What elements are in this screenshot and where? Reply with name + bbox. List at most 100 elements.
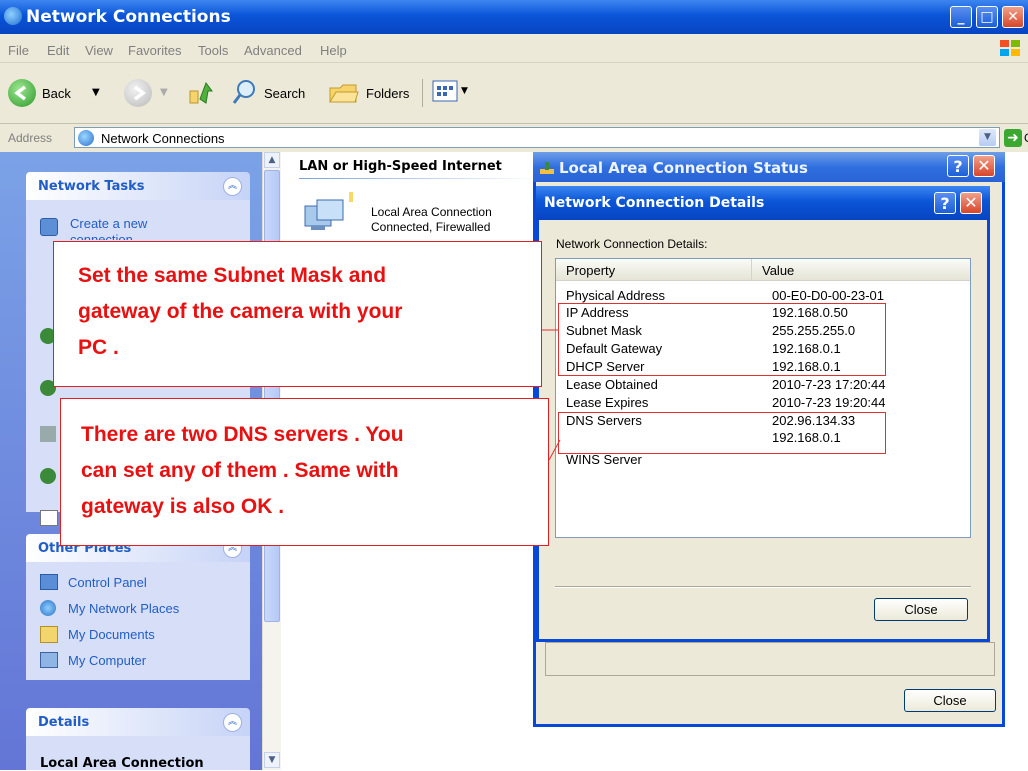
details-dialog-titlebar: Network Connection Details ? ✕ <box>536 186 990 220</box>
menu-edit[interactable]: Edit <box>47 43 69 58</box>
create-connection-link[interactable]: Create a new <box>70 216 147 231</box>
connection-status: Connected, Firewalled <box>371 220 491 234</box>
up-folder-icon[interactable] <box>186 77 216 109</box>
annotation-line: gateway is also OK . <box>81 495 285 518</box>
create-connection-icon <box>40 218 58 236</box>
close-dialog-button[interactable]: ✕ <box>973 155 995 177</box>
back-button[interactable]: Back ▼ <box>8 79 114 109</box>
minimize-button[interactable]: _ <box>950 6 972 28</box>
forward-button[interactable] <box>124 79 152 107</box>
folders-label: Folders <box>366 86 410 101</box>
annotation-line: gateway of the camera with your <box>78 300 403 323</box>
annotation-dns-callout: There are two DNS servers . You can set … <box>60 398 549 546</box>
row-property: Lease Expires <box>566 395 649 410</box>
annotation-line: PC . <box>78 336 119 359</box>
annotation-subnet-callout: Set the same Subnet Mask and gateway of … <box>53 241 542 387</box>
close-dialog-button[interactable]: ✕ <box>960 192 982 214</box>
status-close-button[interactable]: Close <box>904 689 996 712</box>
table-row[interactable]: Lease Expires 2010-7-23 19:20:44 <box>566 394 966 412</box>
close-window-button[interactable]: ✕ <box>1002 6 1024 28</box>
column-header-value[interactable]: Value <box>752 259 970 281</box>
forward-dropdown-icon[interactable]: ▼ <box>160 87 168 98</box>
views-dropdown-icon: ▼ <box>461 86 468 96</box>
my-network-places-link[interactable]: My Network Places <box>68 601 179 616</box>
table-row[interactable]: Lease Obtained 2010-7-23 17:20:44 <box>566 376 966 394</box>
details-title: Details <box>38 715 90 730</box>
help-button[interactable]: ? <box>947 155 969 177</box>
menu-file[interactable]: File <box>8 43 29 58</box>
go-label: Go <box>1024 131 1028 145</box>
section-heading: LAN or High-Speed Internet <box>299 159 502 174</box>
details-subtitle: Local Area Connection <box>40 756 204 771</box>
network-tasks-title: Network Tasks <box>38 179 145 194</box>
menu-tools[interactable]: Tools <box>198 43 228 58</box>
windows-logo-icon <box>998 38 1022 58</box>
section-divider <box>299 178 539 179</box>
search-icon <box>232 80 255 104</box>
address-label: Address <box>8 131 53 145</box>
annotation-line: Set the same Subnet Mask and <box>78 264 387 287</box>
dropdown-arrow-icon[interactable]: ▼ <box>92 87 100 98</box>
scroll-down-button[interactable]: ▼ <box>264 752 280 768</box>
details-header[interactable]: Details ︽ <box>26 708 250 736</box>
lan-connection-item[interactable]: Local Area Connection Connected, Firewal… <box>301 192 541 244</box>
views-button[interactable]: ▼ <box>432 80 472 106</box>
control-panel-link[interactable]: Control Panel <box>68 575 147 590</box>
details-close-button[interactable]: Close <box>874 598 968 621</box>
my-computer-icon <box>40 652 58 668</box>
folders-button[interactable]: Folders <box>328 78 418 108</box>
details-divider <box>555 586 971 588</box>
back-label: Back <box>42 86 71 101</box>
collapse-icon[interactable]: ︽ <box>223 177 242 196</box>
details-dialog-title: Network Connection Details <box>544 195 765 211</box>
address-bar: Address Network Connections ▼ ➜ Go <box>0 124 1028 153</box>
menu-help[interactable]: Help <box>320 43 347 58</box>
views-icon <box>432 80 458 102</box>
folder-icon <box>329 84 359 103</box>
column-header-property[interactable]: Property <box>556 259 752 281</box>
annotation-line: There are two DNS servers . You <box>81 423 404 446</box>
network-status-icon <box>539 160 555 174</box>
collapse-icon[interactable]: ︽ <box>223 713 242 732</box>
maximize-button[interactable]: □ <box>976 6 998 28</box>
highlight-subnet-gateway <box>558 303 886 376</box>
connection-name: Local Area Connection <box>371 205 492 219</box>
details-listview[interactable]: Property Value Physical Address 00-E0-D0… <box>555 258 971 538</box>
window-title: Network Connections <box>26 7 231 27</box>
my-documents-link[interactable]: My Documents <box>68 627 155 642</box>
menu-view[interactable]: View <box>85 43 113 58</box>
status-dialog-titlebar: Local Area Connection Status ? ✕ <box>533 152 1005 182</box>
control-panel-icon <box>40 574 58 590</box>
search-button[interactable]: Search <box>232 78 312 108</box>
highlight-dns-servers <box>558 412 886 454</box>
my-computer-link[interactable]: My Computer <box>68 653 146 668</box>
network-tasks-header[interactable]: Network Tasks ︽ <box>26 172 250 200</box>
row-value: 2010-7-23 19:20:44 <box>772 395 886 410</box>
scroll-up-button[interactable]: ▲ <box>264 152 280 168</box>
menu-advanced[interactable]: Advanced <box>244 43 302 58</box>
search-label: Search <box>264 86 306 101</box>
details-label: Network Connection Details: <box>556 237 708 251</box>
title-bar: Network Connections _ □ ✕ <box>0 0 1028 34</box>
status-dialog-title: Local Area Connection Status <box>559 159 808 177</box>
other-places-body: Control Panel My Network Places My Docum… <box>26 562 250 680</box>
create-connection-link-line2[interactable]: connection <box>70 232 133 240</box>
row-property: Lease Obtained <box>566 377 658 392</box>
help-button[interactable]: ? <box>934 192 956 214</box>
row-value: 2010-7-23 17:20:44 <box>772 377 886 392</box>
task-icon <box>40 510 58 526</box>
details-body: Local Area Connection <box>26 736 250 771</box>
task-icon <box>40 426 56 442</box>
scroll-thumb[interactable] <box>264 170 280 622</box>
go-button[interactable]: ➜ Go <box>1004 127 1028 149</box>
address-dropdown-button[interactable]: ▼ <box>979 129 996 146</box>
task-icon <box>40 468 56 484</box>
back-arrow-icon <box>8 79 36 107</box>
network-connections-icon <box>4 7 22 25</box>
toolbar: Back ▼ ▼ Search Folders ▼ <box>0 63 1028 124</box>
annotation-line: can set any of them . Same with <box>81 459 399 482</box>
my-documents-icon <box>40 626 58 643</box>
address-input[interactable]: Network Connections ▼ <box>74 127 1000 148</box>
go-arrow-icon: ➜ <box>1004 129 1022 147</box>
menu-favorites[interactable]: Favorites <box>128 43 181 58</box>
